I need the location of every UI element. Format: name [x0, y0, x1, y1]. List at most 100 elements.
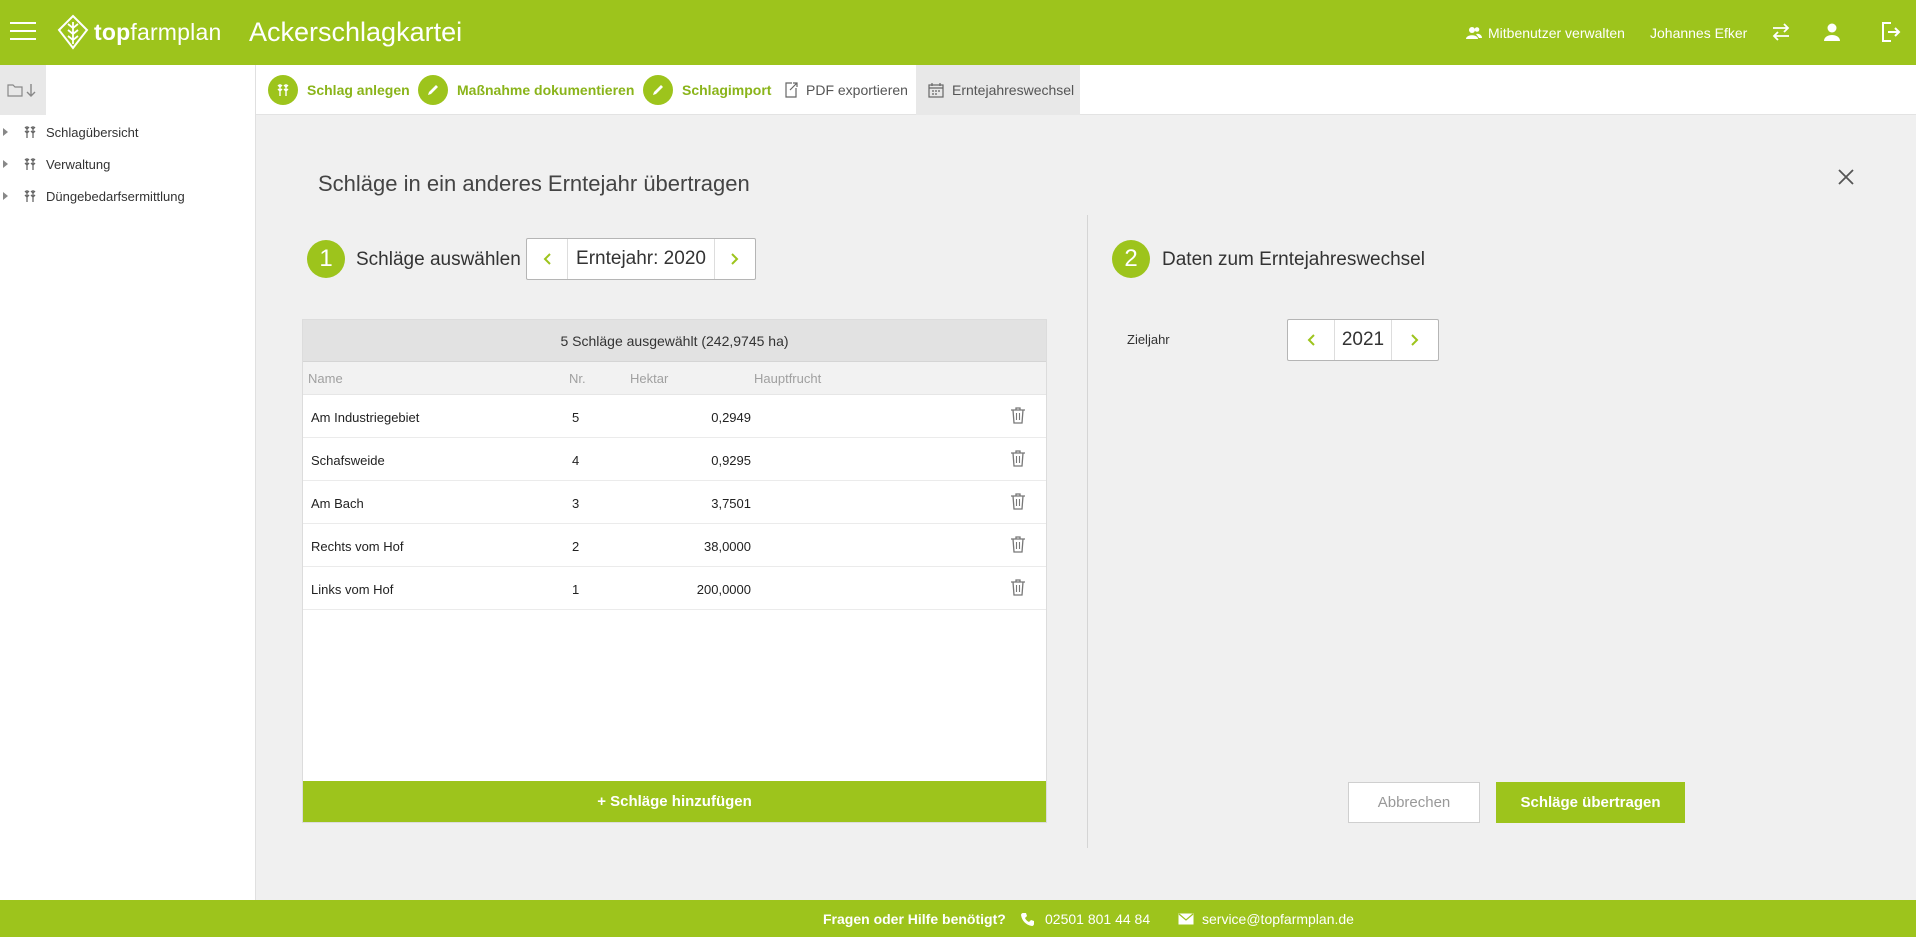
field-import-label: Schlagimport	[682, 82, 772, 98]
column-divider	[1087, 215, 1088, 848]
dialog-title: Schläge in ein anderes Erntejahr übertra…	[318, 171, 750, 196]
app-title: Ackerschlagkartei	[249, 17, 463, 47]
table-row[interactable]: Am Bach 3 3,7501	[303, 481, 1046, 524]
table-row[interactable]: Rechts vom Hof 2 38,0000	[303, 524, 1046, 567]
chevron-left-icon	[1307, 334, 1315, 346]
prev-year-button[interactable]	[527, 239, 567, 279]
close-icon[interactable]	[1836, 167, 1856, 187]
export-icon	[785, 82, 798, 98]
trash-icon[interactable]	[1010, 406, 1026, 424]
next-target-year-button[interactable]	[1392, 320, 1438, 360]
field-name: Rechts vom Hof	[311, 539, 404, 554]
crop-icon	[24, 158, 36, 170]
harvest-year-change-label: Erntejahreswechsel	[952, 82, 1075, 98]
prev-target-year-button[interactable]	[1288, 320, 1334, 360]
menu-icon[interactable]	[10, 22, 36, 42]
crop-icon	[268, 75, 298, 105]
folder-sort-icon	[7, 84, 36, 97]
transfer-fields-button[interactable]: Schläge übertragen	[1496, 782, 1685, 823]
phone-link[interactable]: 02501 801 44 84	[1020, 911, 1150, 927]
field-name: Links vom Hof	[311, 582, 394, 597]
pencil-icon	[418, 75, 448, 105]
co-users-label: Mitbenutzer verwalten	[1488, 24, 1625, 41]
tab-harvest-year-change[interactable]: Erntejahreswechsel	[916, 65, 1080, 115]
table-row[interactable]: Schafsweide 4 0,9295	[303, 438, 1046, 481]
pencil-icon	[643, 75, 673, 105]
pdf-export-label: PDF exportieren	[806, 82, 908, 98]
target-year-stepper: 2021	[1287, 319, 1439, 361]
expand-arrow-icon[interactable]	[3, 192, 8, 200]
target-year-label: Zieljahr	[1127, 332, 1170, 347]
step-2-badge: 2	[1112, 240, 1150, 278]
harvest-year-value: Erntejahr: 2020	[567, 239, 715, 279]
trash-icon[interactable]	[1010, 449, 1026, 467]
field-nr: 3	[572, 496, 580, 511]
trash-icon[interactable]	[1010, 578, 1026, 596]
logout-icon[interactable]	[1878, 20, 1902, 44]
table-summary: 5 Schläge ausgewählt (242,9745 ha)	[303, 320, 1046, 362]
crop-icon	[24, 126, 36, 138]
column-header-hektar[interactable]: Hektar	[630, 371, 668, 386]
add-field-label: Schlag anlegen	[307, 82, 410, 98]
next-year-button[interactable]	[715, 239, 755, 279]
expand-arrow-icon[interactable]	[3, 160, 8, 168]
trash-icon[interactable]	[1010, 492, 1026, 510]
sidebar-item-verwaltung[interactable]: Verwaltung	[0, 151, 110, 177]
user-name[interactable]: Johannes Efker	[1650, 0, 1747, 65]
trash-icon[interactable]	[1010, 535, 1026, 553]
switch-icon[interactable]	[1769, 20, 1793, 44]
phone-icon	[1021, 912, 1034, 926]
users-icon	[1466, 26, 1482, 39]
brand-name: topfarmplan	[94, 18, 222, 45]
pdf-export-button[interactable]: PDF exportieren	[784, 65, 908, 115]
field-nr: 1	[572, 582, 580, 597]
expand-arrow-icon[interactable]	[3, 128, 8, 136]
column-header-name[interactable]: Name	[308, 371, 343, 386]
document-measure-label: Maßnahme dokumentieren	[457, 82, 635, 98]
field-name: Am Industriegebiet	[311, 410, 420, 425]
document-measure-button[interactable]: Maßnahme dokumentieren	[418, 65, 634, 115]
table-row[interactable]: Am Industriegebiet 5 0,2949	[303, 395, 1046, 438]
field-hektar: 0,9295	[711, 453, 751, 468]
user-icon[interactable]	[1820, 20, 1844, 44]
field-hektar: 200,0000	[696, 582, 751, 597]
mail-icon	[1178, 913, 1194, 925]
help-text: Fragen oder Hilfe benötigt?	[823, 911, 1006, 927]
sidebar-item-label: Verwaltung	[46, 156, 111, 172]
field-nr: 2	[572, 539, 580, 554]
field-hektar: 38,0000	[704, 539, 751, 554]
sidebar-item-duengebedarf[interactable]: Düngebedarfsermittlung	[0, 183, 185, 209]
brand-logo[interactable]: topfarmplan	[56, 14, 221, 50]
cancel-button[interactable]: Abbrechen	[1348, 782, 1480, 823]
email-address: service@topfarmplan.de	[1202, 911, 1354, 927]
target-year-value: 2021	[1334, 320, 1392, 360]
selected-fields-table: 5 Schläge ausgewählt (242,9745 ha) Name …	[302, 319, 1047, 823]
harvest-year-stepper: Erntejahr: 2020	[526, 238, 756, 280]
step-2-label: Daten zum Erntejahreswechsel	[1162, 249, 1425, 270]
sidebar: Schlagübersicht Verwaltung Düngebedarfse…	[0, 65, 256, 900]
field-hektar: 0,2949	[711, 410, 751, 425]
add-field-button[interactable]: Schlag anlegen	[268, 65, 410, 115]
column-header-hauptfrucht[interactable]: Hauptfrucht	[754, 371, 821, 386]
sidebar-item-schlaguebersicht[interactable]: Schlagübersicht	[0, 119, 139, 145]
app-header: topfarmplan Ackerschlagkartei Mitbenutze…	[0, 0, 1916, 65]
field-name: Schafsweide	[311, 453, 385, 468]
table-header-row: Name Nr. Hektar Hauptfrucht	[303, 362, 1046, 395]
step-1-badge: 1	[307, 240, 345, 278]
chevron-right-icon	[1411, 334, 1419, 346]
column-header-nr[interactable]: Nr.	[569, 371, 586, 386]
crop-icon	[24, 190, 36, 202]
field-name: Am Bach	[311, 496, 364, 511]
table-row[interactable]: Links vom Hof 1 200,0000	[303, 567, 1046, 610]
email-link[interactable]: service@topfarmplan.de	[1178, 911, 1354, 927]
field-nr: 4	[572, 453, 580, 468]
chevron-right-icon	[731, 253, 739, 265]
collapse-tree-button[interactable]	[0, 65, 46, 115]
field-hektar: 3,7501	[711, 496, 751, 511]
step-1-label: Schläge auswählen	[356, 249, 521, 270]
add-fields-button[interactable]: + Schläge hinzufügen	[303, 781, 1046, 822]
phone-number: 02501 801 44 84	[1045, 911, 1151, 927]
co-users-link[interactable]: Mitbenutzer verwalten	[1466, 0, 1625, 65]
field-import-button[interactable]: Schlagimport	[643, 65, 771, 115]
sidebar-item-label: Düngebedarfsermittlung	[46, 188, 185, 204]
